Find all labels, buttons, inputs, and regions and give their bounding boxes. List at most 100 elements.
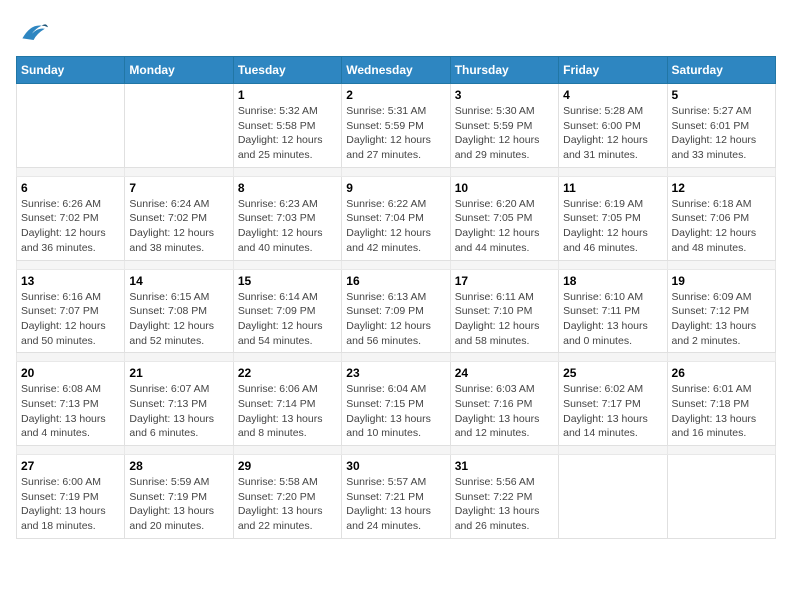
day-number: 6 bbox=[21, 181, 120, 195]
day-number: 2 bbox=[346, 88, 445, 102]
day-number: 23 bbox=[346, 366, 445, 380]
calendar-cell bbox=[559, 455, 667, 539]
day-info: Sunrise: 5:57 AMSunset: 7:21 PMDaylight:… bbox=[346, 475, 445, 534]
day-info: Sunrise: 5:58 AMSunset: 7:20 PMDaylight:… bbox=[238, 475, 337, 534]
day-header-sunday: Sunday bbox=[17, 57, 125, 84]
calendar-week-4: 20 Sunrise: 6:08 AMSunset: 7:13 PMDayligh… bbox=[17, 362, 776, 446]
day-number: 4 bbox=[563, 88, 662, 102]
day-info: Sunrise: 6:19 AMSunset: 7:05 PMDaylight:… bbox=[563, 197, 662, 256]
day-info: Sunrise: 6:08 AMSunset: 7:13 PMDaylight:… bbox=[21, 382, 120, 441]
day-number: 18 bbox=[563, 274, 662, 288]
day-info: Sunrise: 5:32 AMSunset: 5:58 PMDaylight:… bbox=[238, 104, 337, 163]
logo-icon bbox=[16, 16, 48, 48]
day-info: Sunrise: 6:20 AMSunset: 7:05 PMDaylight:… bbox=[455, 197, 554, 256]
separator-cell bbox=[667, 446, 775, 455]
calendar-cell: 10Sunrise: 6:20 AMSunset: 7:05 PMDayligh… bbox=[450, 176, 558, 260]
day-number: 24 bbox=[455, 366, 554, 380]
day-info: Sunrise: 6:15 AMSunset: 7:08 PMDaylight:… bbox=[129, 290, 228, 349]
calendar-cell: 30 Sunrise: 5:57 AMSunset: 7:21 PMDayligh… bbox=[342, 455, 450, 539]
day-number: 12 bbox=[672, 181, 771, 195]
day-info: Sunrise: 6:22 AMSunset: 7:04 PMDaylight:… bbox=[346, 197, 445, 256]
calendar-cell: 29 Sunrise: 5:58 AMSunset: 7:20 PMDayligh… bbox=[233, 455, 341, 539]
separator-cell bbox=[125, 353, 233, 362]
calendar-week-5: 27Sunrise: 6:00 AMSunset: 7:19 PMDayligh… bbox=[17, 455, 776, 539]
day-info: Sunrise: 6:16 AMSunset: 7:07 PMDaylight:… bbox=[21, 290, 120, 349]
day-info: Sunrise: 6:03 AMSunset: 7:16 PMDaylight:… bbox=[455, 382, 554, 441]
separator-cell bbox=[233, 446, 341, 455]
separator-cell bbox=[559, 260, 667, 269]
calendar-cell: 24 Sunrise: 6:03 AMSunset: 7:16 PMDayligh… bbox=[450, 362, 558, 446]
day-number: 25 bbox=[563, 366, 662, 380]
logo bbox=[16, 16, 52, 48]
calendar-cell: 31Sunrise: 5:56 AMSunset: 7:22 PMDayligh… bbox=[450, 455, 558, 539]
separator-cell bbox=[667, 260, 775, 269]
day-number: 1 bbox=[238, 88, 337, 102]
day-header-saturday: Saturday bbox=[667, 57, 775, 84]
separator-cell bbox=[450, 446, 558, 455]
calendar-cell: 28 Sunrise: 5:59 AMSunset: 7:19 PMDayligh… bbox=[125, 455, 233, 539]
calendar-cell: 12Sunrise: 6:18 AMSunset: 7:06 PMDayligh… bbox=[667, 176, 775, 260]
calendar-cell: 18Sunrise: 6:10 AMSunset: 7:11 PMDayligh… bbox=[559, 269, 667, 353]
day-number: 11 bbox=[563, 181, 662, 195]
calendar-cell: 17Sunrise: 6:11 AMSunset: 7:10 PMDayligh… bbox=[450, 269, 558, 353]
day-number: 22 bbox=[238, 366, 337, 380]
separator-cell bbox=[559, 167, 667, 176]
calendar-cell: 23 Sunrise: 6:04 AMSunset: 7:15 PMDayligh… bbox=[342, 362, 450, 446]
day-info: Sunrise: 6:00 AMSunset: 7:19 PMDaylight:… bbox=[21, 475, 120, 534]
day-info: Sunrise: 6:04 AMSunset: 7:15 PMDaylight:… bbox=[346, 382, 445, 441]
separator-cell bbox=[342, 167, 450, 176]
calendar-cell bbox=[125, 84, 233, 168]
separator-cell bbox=[667, 353, 775, 362]
separator-cell bbox=[125, 260, 233, 269]
day-info: Sunrise: 6:23 AMSunset: 7:03 PMDaylight:… bbox=[238, 197, 337, 256]
day-info: Sunrise: 6:09 AMSunset: 7:12 PMDaylight:… bbox=[672, 290, 771, 349]
separator-cell bbox=[17, 260, 125, 269]
week-separator bbox=[17, 167, 776, 176]
separator-cell bbox=[667, 167, 775, 176]
separator-cell bbox=[17, 167, 125, 176]
day-number: 5 bbox=[672, 88, 771, 102]
week-separator bbox=[17, 446, 776, 455]
calendar-cell: 6 Sunrise: 6:26 AMSunset: 7:02 PMDaylight… bbox=[17, 176, 125, 260]
day-number: 28 bbox=[129, 459, 228, 473]
day-header-thursday: Thursday bbox=[450, 57, 558, 84]
calendar-cell: 8Sunrise: 6:23 AMSunset: 7:03 PMDaylight… bbox=[233, 176, 341, 260]
separator-cell bbox=[125, 446, 233, 455]
separator-cell bbox=[125, 167, 233, 176]
day-number: 15 bbox=[238, 274, 337, 288]
day-number: 13 bbox=[21, 274, 120, 288]
day-info: Sunrise: 5:59 AMSunset: 7:19 PMDaylight:… bbox=[129, 475, 228, 534]
day-number: 19 bbox=[672, 274, 771, 288]
separator-cell bbox=[559, 446, 667, 455]
calendar-cell: 9 Sunrise: 6:22 AMSunset: 7:04 PMDaylight… bbox=[342, 176, 450, 260]
day-number: 30 bbox=[346, 459, 445, 473]
separator-cell bbox=[17, 446, 125, 455]
calendar-week-3: 13 Sunrise: 6:16 AMSunset: 7:07 PMDayligh… bbox=[17, 269, 776, 353]
separator-cell bbox=[342, 260, 450, 269]
day-number: 9 bbox=[346, 181, 445, 195]
separator-cell bbox=[17, 353, 125, 362]
separator-cell bbox=[342, 446, 450, 455]
separator-cell bbox=[450, 353, 558, 362]
day-header-wednesday: Wednesday bbox=[342, 57, 450, 84]
calendar-cell: 13 Sunrise: 6:16 AMSunset: 7:07 PMDayligh… bbox=[17, 269, 125, 353]
day-info: Sunrise: 6:26 AMSunset: 7:02 PMDaylight:… bbox=[21, 197, 120, 256]
separator-cell bbox=[559, 353, 667, 362]
calendar-cell: 4Sunrise: 5:28 AMSunset: 6:00 PMDaylight… bbox=[559, 84, 667, 168]
day-info: Sunrise: 6:14 AMSunset: 7:09 PMDaylight:… bbox=[238, 290, 337, 349]
day-info: Sunrise: 6:07 AMSunset: 7:13 PMDaylight:… bbox=[129, 382, 228, 441]
separator-cell bbox=[233, 167, 341, 176]
day-info: Sunrise: 5:27 AMSunset: 6:01 PMDaylight:… bbox=[672, 104, 771, 163]
day-number: 26 bbox=[672, 366, 771, 380]
day-number: 20 bbox=[21, 366, 120, 380]
week-separator bbox=[17, 260, 776, 269]
day-number: 29 bbox=[238, 459, 337, 473]
week-separator bbox=[17, 353, 776, 362]
calendar-cell: 3Sunrise: 5:30 AMSunset: 5:59 PMDaylight… bbox=[450, 84, 558, 168]
day-number: 31 bbox=[455, 459, 554, 473]
day-info: Sunrise: 5:30 AMSunset: 5:59 PMDaylight:… bbox=[455, 104, 554, 163]
calendar-cell: 25 Sunrise: 6:02 AMSunset: 7:17 PMDayligh… bbox=[559, 362, 667, 446]
calendar-cell: 5 Sunrise: 5:27 AMSunset: 6:01 PMDaylight… bbox=[667, 84, 775, 168]
calendar-cell: 27Sunrise: 6:00 AMSunset: 7:19 PMDayligh… bbox=[17, 455, 125, 539]
day-info: Sunrise: 6:02 AMSunset: 7:17 PMDaylight:… bbox=[563, 382, 662, 441]
